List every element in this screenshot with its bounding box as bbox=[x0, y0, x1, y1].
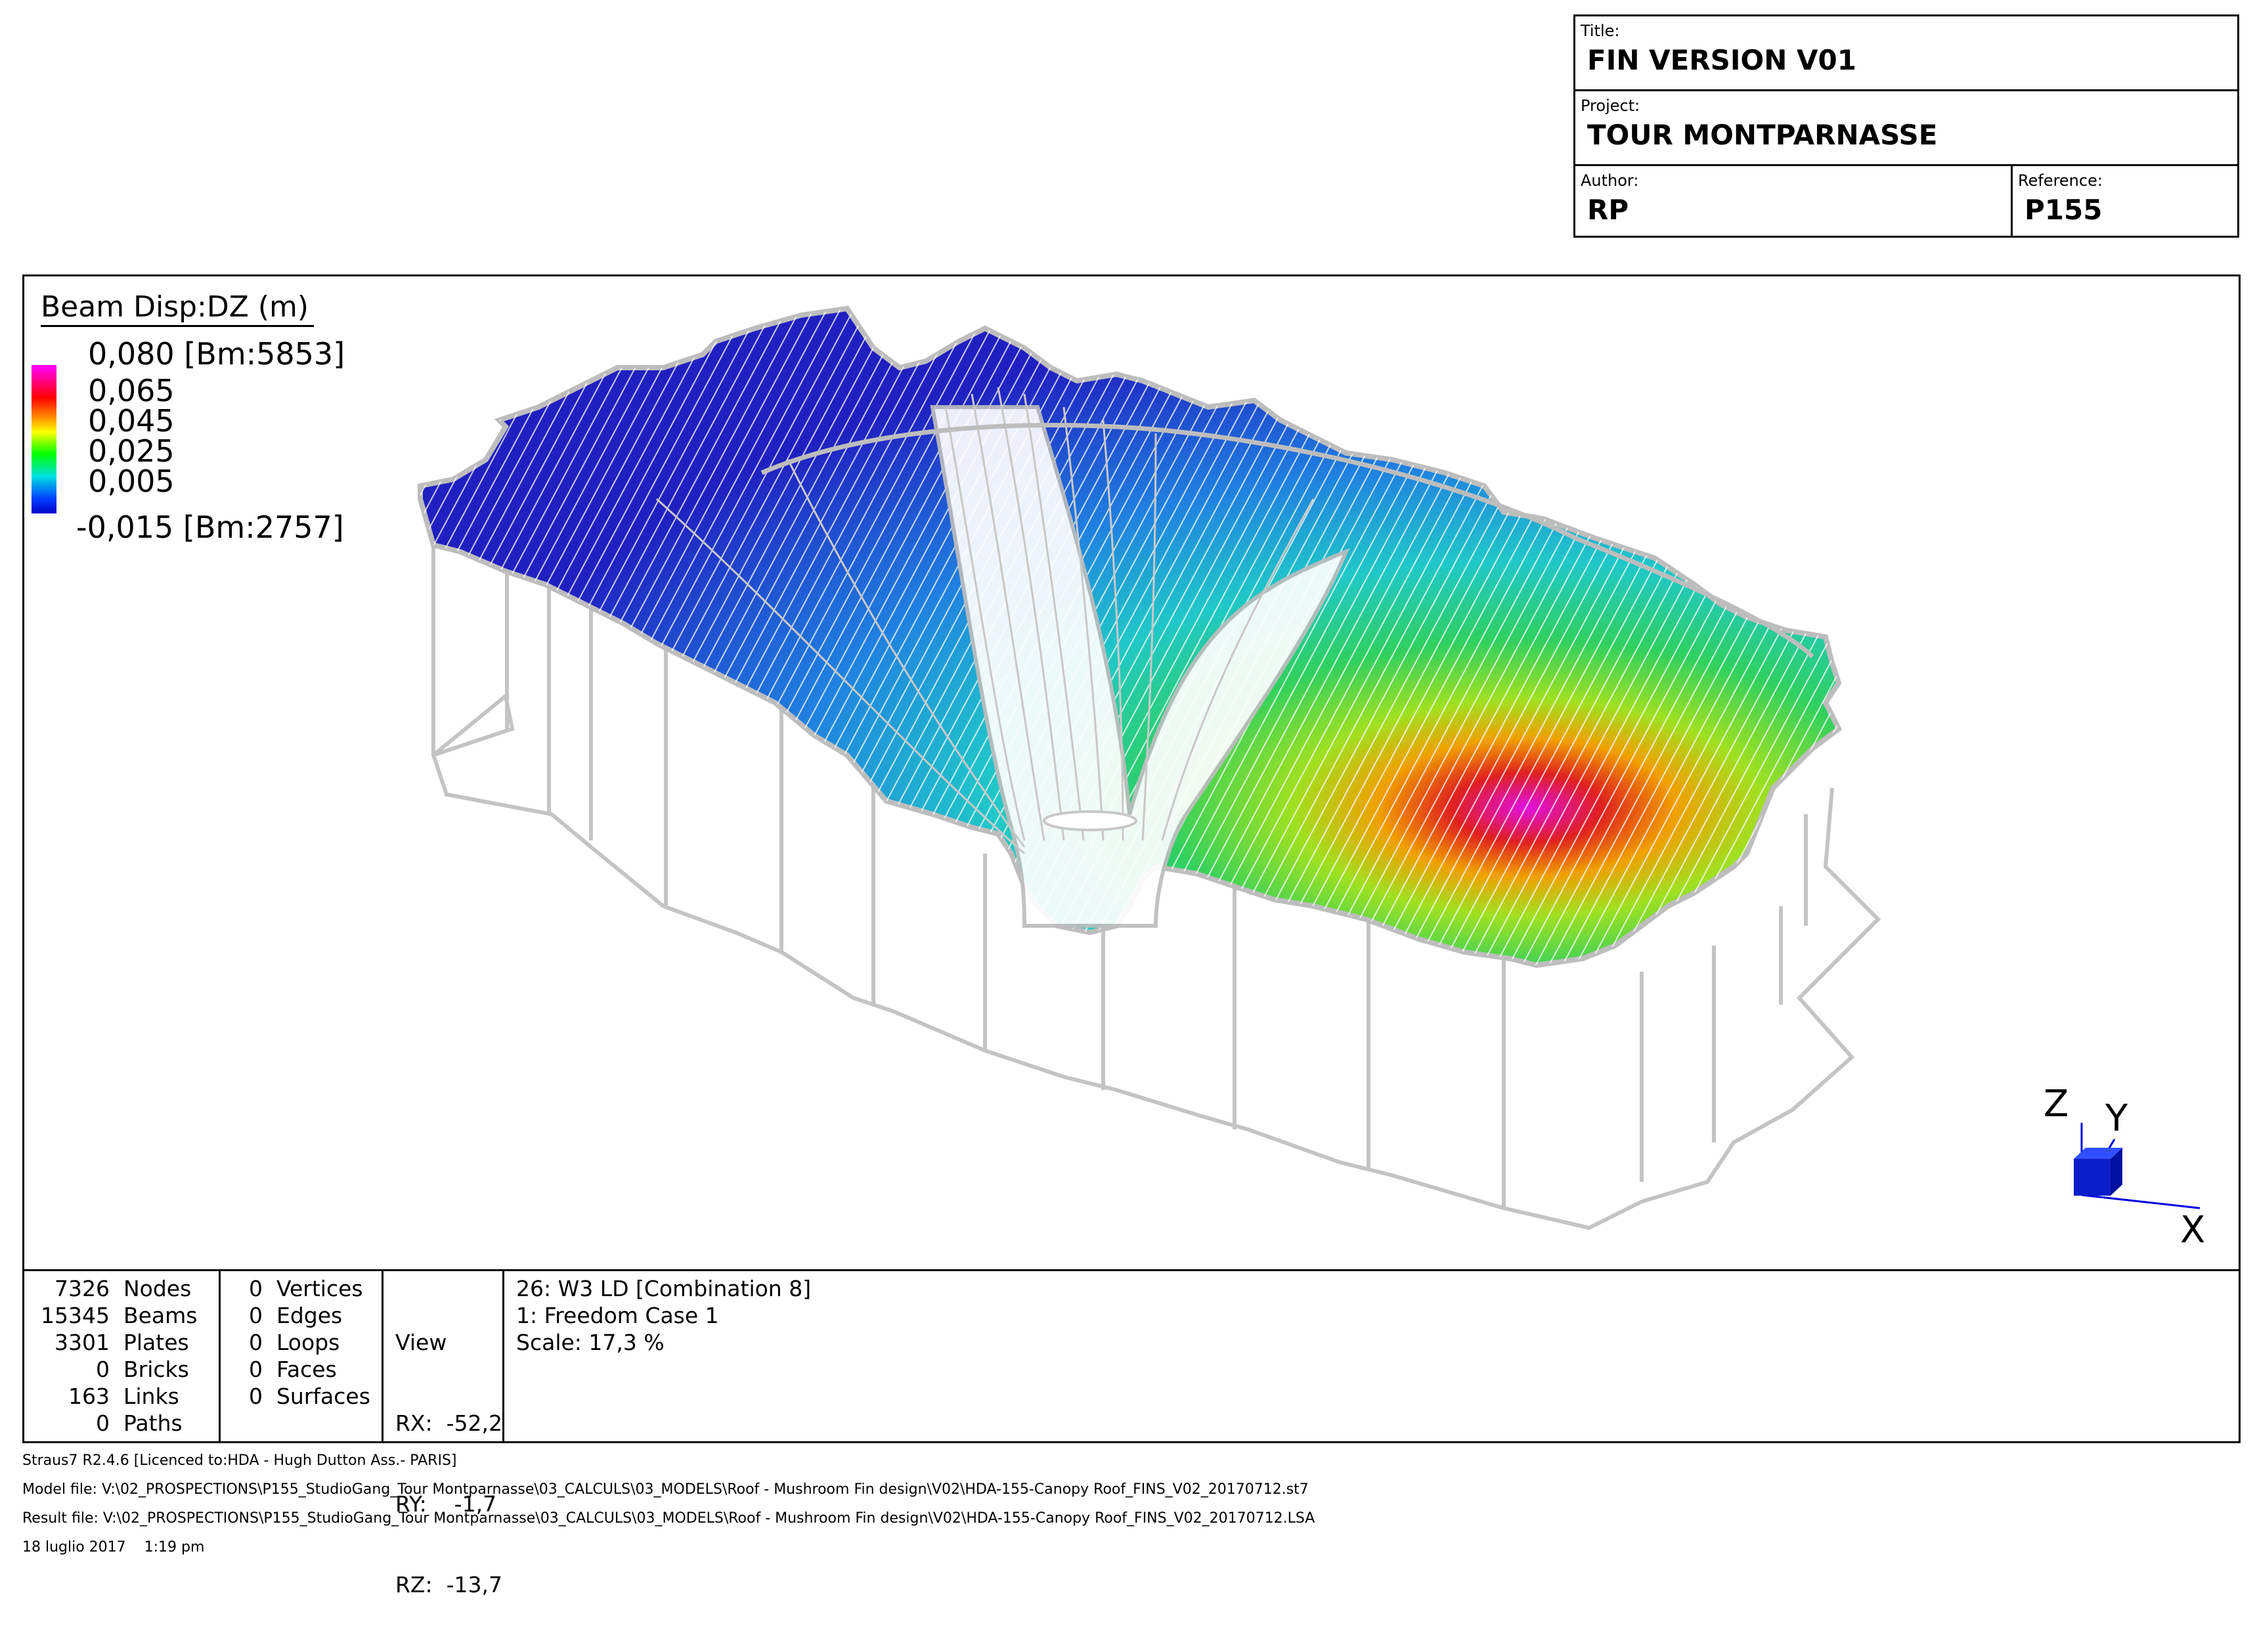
z-axis-label: Z bbox=[2044, 1083, 2069, 1125]
result-file-line: Result file: V:\02_PROSPECTIONS\P155_Stu… bbox=[22, 1510, 1315, 1527]
axes-cube-icon bbox=[2074, 1159, 2111, 1196]
x-axis-label: X bbox=[2180, 1209, 2205, 1248]
canopy-model-render bbox=[418, 305, 1881, 1230]
model-file-line: Model file: V:\02_PROSPECTIONS\P155_Stud… bbox=[22, 1481, 1309, 1498]
view-rz: RZ: -13,7 bbox=[395, 1572, 503, 1598]
timestamp-line: 18 luglio 2017 1:19 pm bbox=[22, 1539, 205, 1555]
licence-line: Straus7 R2.4.6 [Licenced to:HDA - Hugh D… bbox=[22, 1452, 457, 1469]
axes-triad: Z Y X bbox=[2044, 1083, 2205, 1248]
x-axis-line bbox=[2081, 1194, 2200, 1209]
y-axis-label: Y bbox=[2105, 1097, 2128, 1140]
